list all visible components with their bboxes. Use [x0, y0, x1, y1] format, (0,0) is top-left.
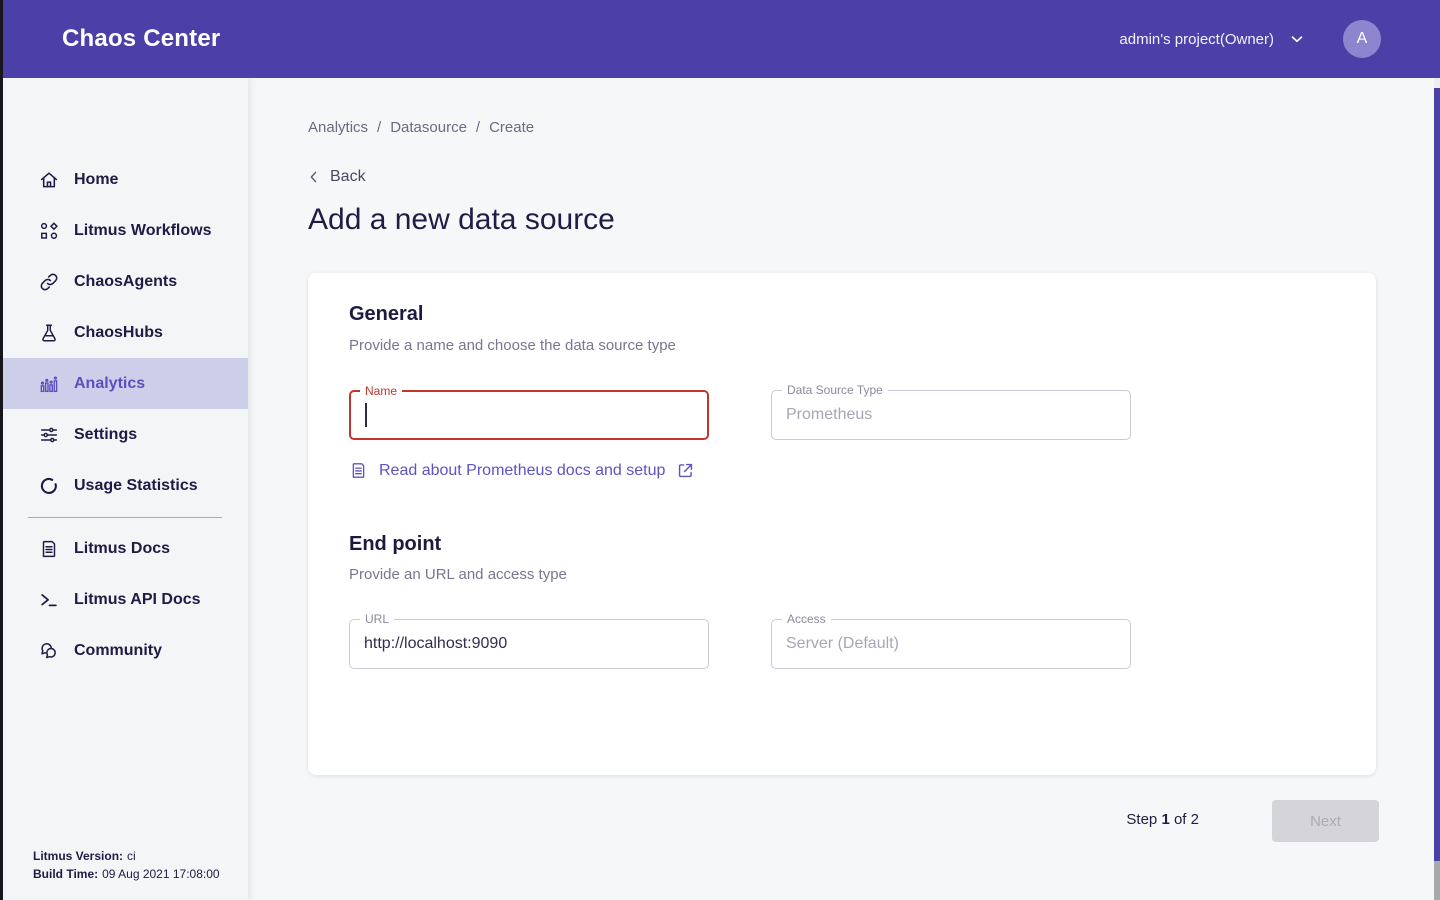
back-label: Back	[330, 168, 366, 186]
analytics-chart-icon	[38, 373, 60, 395]
step-prefix: Step	[1126, 811, 1157, 828]
terminal-icon	[38, 589, 60, 611]
app-header: Chaos Center admin's project(Owner) A	[0, 0, 1440, 78]
page-title: Add a new data source	[308, 203, 615, 237]
sidebar-item-label: ChaosHubs	[74, 324, 163, 342]
chevron-left-icon	[306, 169, 322, 185]
sidebar-item-analytics[interactable]: Analytics	[3, 358, 248, 409]
sliders-icon	[38, 424, 60, 446]
chat-bubbles-icon	[38, 640, 60, 662]
sidebar-item-label: Home	[74, 171, 118, 189]
window-edge	[0, 0, 3, 900]
workflows-icon	[38, 220, 60, 242]
sidebar-nav: Home Litmus Workflows ChaosAgents ChaosH…	[3, 154, 248, 676]
datasource-form-card: General Provide a name and choose the da…	[308, 273, 1376, 775]
breadcrumb-create[interactable]: Create	[489, 119, 534, 136]
app-title: Chaos Center	[62, 25, 220, 53]
url-input-label: URL	[360, 612, 394, 626]
usage-donut-icon	[38, 475, 60, 497]
prometheus-docs-link-label: Read about Prometheus docs and setup	[379, 462, 665, 480]
main-content: Analytics / Datasource / Create Back Add…	[248, 78, 1434, 900]
data-source-type-value: Prometheus	[786, 406, 872, 424]
flask-icon	[38, 322, 60, 344]
sidebar-divider	[28, 517, 222, 518]
document-icon	[38, 538, 60, 560]
breadcrumb: Analytics / Datasource / Create	[308, 119, 534, 136]
breadcrumb-separator: /	[476, 119, 480, 136]
document-icon	[349, 461, 368, 480]
name-input[interactable]: Name	[349, 390, 709, 440]
home-icon	[38, 169, 60, 191]
scrollbar-corner	[1434, 861, 1440, 900]
endpoint-subtext: Provide an URL and access type	[349, 566, 567, 583]
stepper-row: Step 1 of 2 Next	[248, 800, 1376, 842]
project-selector-label: admin's project(Owner)	[1119, 31, 1274, 48]
sidebar-item-litmus-docs[interactable]: Litmus Docs	[3, 523, 248, 574]
sidebar-item-label: Settings	[74, 426, 137, 444]
sidebar-item-settings[interactable]: Settings	[3, 409, 248, 460]
next-button: Next	[1272, 800, 1379, 842]
litmus-version-value: ci	[127, 849, 136, 863]
access-select-value: Server (Default)	[786, 635, 899, 653]
chevron-down-icon	[1288, 30, 1306, 48]
endpoint-heading: End point	[349, 533, 441, 556]
sidebar-item-label: ChaosAgents	[74, 273, 177, 291]
project-selector[interactable]: admin's project(Owner)	[1119, 30, 1306, 48]
back-button[interactable]: Back	[306, 168, 366, 186]
external-link-icon	[676, 461, 695, 480]
breadcrumb-separator: /	[377, 119, 381, 136]
sidebar-item-label: Analytics	[74, 375, 145, 393]
sidebar-item-litmus-workflows[interactable]: Litmus Workflows	[3, 205, 248, 256]
name-input-label: Name	[360, 384, 402, 398]
text-cursor	[365, 403, 367, 427]
sidebar-item-litmus-api-docs[interactable]: Litmus API Docs	[3, 574, 248, 625]
access-select-label: Access	[782, 612, 831, 626]
avatar[interactable]: A	[1343, 20, 1381, 58]
build-time-value: 09 Aug 2021 17:08:00	[102, 867, 219, 881]
litmus-version-label: Litmus Version:	[33, 849, 123, 863]
sidebar-item-home[interactable]: Home	[3, 154, 248, 205]
prometheus-docs-link[interactable]: Read about Prometheus docs and setup	[349, 461, 695, 480]
url-input-value: http://localhost:9090	[364, 635, 507, 653]
sidebar-item-usage-statistics[interactable]: Usage Statistics	[3, 460, 248, 511]
step-suffix: of 2	[1174, 811, 1199, 828]
scrollbar-thumb[interactable]	[1434, 88, 1440, 861]
url-input[interactable]: URL http://localhost:9090	[349, 619, 709, 669]
sidebar-item-label: Litmus API Docs	[74, 591, 201, 609]
sidebar-item-label: Community	[74, 642, 162, 660]
sidebar: Home Litmus Workflows ChaosAgents ChaosH…	[3, 78, 248, 900]
sidebar-item-chaoshubs[interactable]: ChaosHubs	[3, 307, 248, 358]
build-info: Litmus Version: ci Build Time: 09 Aug 2021…	[33, 847, 220, 883]
sidebar-item-label: Usage Statistics	[74, 477, 198, 495]
scrollbar-track	[1434, 78, 1440, 900]
sidebar-item-chaosagents[interactable]: ChaosAgents	[3, 256, 248, 307]
sidebar-item-community[interactable]: Community	[3, 625, 248, 676]
data-source-type-select: Data Source Type Prometheus	[771, 390, 1131, 440]
general-subtext: Provide a name and choose the data sourc…	[349, 337, 676, 354]
general-heading: General	[349, 303, 423, 326]
breadcrumb-datasource[interactable]: Datasource	[390, 119, 467, 136]
app-root: Chaos Center admin's project(Owner) A Ho…	[0, 0, 1440, 900]
sidebar-item-label: Litmus Workflows	[74, 222, 212, 240]
step-current: 1	[1161, 811, 1169, 828]
build-time-label: Build Time:	[33, 867, 98, 881]
agents-link-icon	[38, 271, 60, 293]
breadcrumb-analytics[interactable]: Analytics	[308, 119, 368, 136]
data-source-type-label: Data Source Type	[782, 383, 888, 397]
sidebar-item-label: Litmus Docs	[74, 540, 170, 558]
access-select: Access Server (Default)	[771, 619, 1131, 669]
avatar-initial: A	[1357, 30, 1368, 48]
step-indicator: Step 1 of 2	[1126, 811, 1199, 828]
